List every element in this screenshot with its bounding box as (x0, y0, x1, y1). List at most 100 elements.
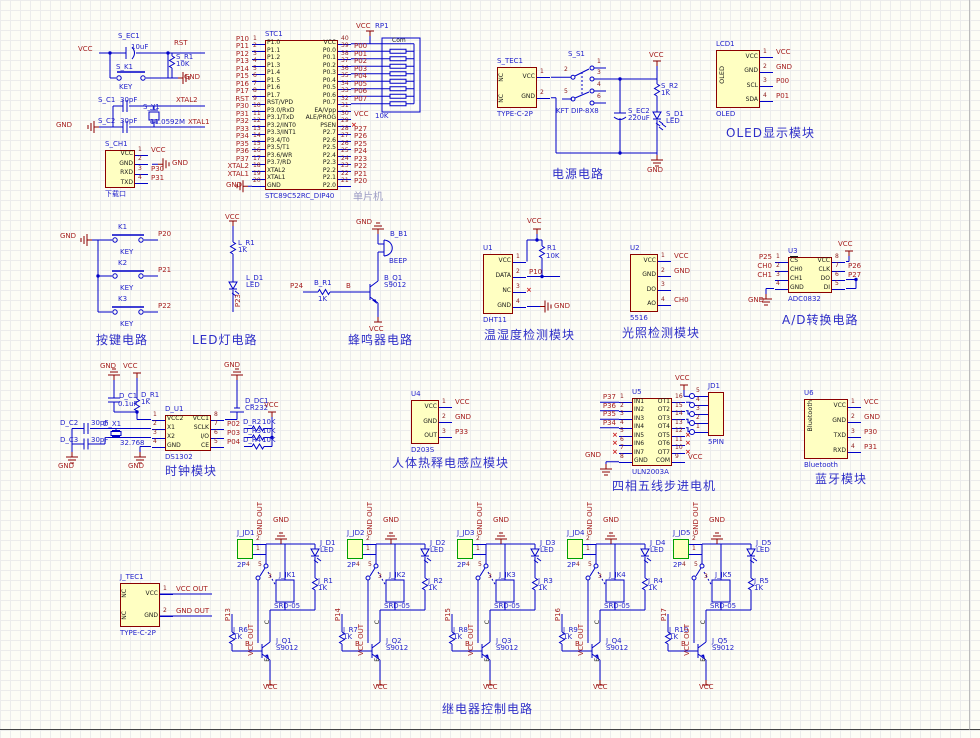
pin-number: 3 (442, 427, 446, 435)
pin-name: VCC1 (192, 415, 209, 422)
pin-number: 7 (253, 79, 257, 87)
designator-label: OLED (716, 110, 736, 118)
pin-name: VCC (817, 257, 830, 264)
net-label: GND (60, 232, 77, 240)
net-label: VCC (483, 683, 498, 691)
value-label: LED (756, 546, 770, 554)
net-label: VCC (675, 374, 690, 382)
value-label: BEEP (389, 257, 407, 265)
pin-name: IN2 (634, 406, 645, 414)
designator-label: D_C2 (60, 419, 79, 427)
pin-number: 6 (214, 428, 218, 436)
pin-name: P2.3 (322, 159, 336, 167)
net-label: P25 (758, 252, 772, 261)
pin-number: 2 (696, 413, 700, 421)
pin-number: 4 (776, 279, 780, 287)
designator-label: K3 (118, 295, 128, 303)
net-label: GND OUT (256, 502, 264, 536)
pin-name: OT3 (657, 414, 670, 422)
pin-name: P2.1 (322, 174, 336, 182)
pin-number: 6 (597, 93, 601, 100)
net-label: VCC (864, 397, 879, 406)
pin-name: P0.4 (322, 76, 336, 84)
component-JD1[interactable] (708, 392, 724, 436)
pin-name: GND (634, 457, 648, 465)
pin-name: OT2 (657, 406, 670, 414)
value-label: 10uF (131, 43, 149, 51)
net-label: GND (554, 302, 571, 310)
pin-number: 1 (776, 252, 780, 260)
net-label: GND OUT (176, 607, 210, 615)
designator-label: D_R2 (243, 418, 262, 426)
net-label: VCC OUT (247, 624, 255, 656)
pin-name: GND (167, 442, 181, 449)
pin-stub (160, 594, 173, 595)
pin-number: 1 (516, 252, 520, 260)
pin-number: 18 (253, 162, 261, 170)
pin-number: 10 (253, 102, 261, 110)
designator-label: 2P (567, 561, 576, 569)
net-label: P13 (224, 608, 232, 622)
designator-label: ULN2003A (632, 468, 669, 476)
designator-label: 2P (673, 561, 682, 569)
pin-number: 2 (366, 535, 370, 542)
net-label: VCC (263, 683, 278, 691)
pin-number: 4 (851, 442, 855, 450)
pin-name: OT1 (657, 397, 670, 405)
pin-number: 5 (620, 427, 624, 435)
pin-name: E (594, 658, 601, 662)
pin-number: 9 (253, 94, 257, 102)
pin-name: EA/Vpp (314, 106, 336, 114)
component-J_JD1[interactable] (237, 539, 253, 559)
value-label: 32.768 (120, 439, 145, 447)
pin-stub (848, 421, 861, 423)
value-label: 220uF (628, 114, 650, 122)
pin-number: 3 (138, 164, 142, 172)
pin-number: 1 (692, 545, 696, 552)
pin-number: 1 (661, 252, 665, 260)
net-label: GND (455, 413, 472, 421)
designator-label: LCD1 (716, 40, 735, 48)
net-label: GND (603, 516, 620, 524)
pin-number: 30 (341, 109, 349, 117)
pin-name: VCC (424, 402, 437, 410)
pin-name: P1.4 (267, 69, 281, 77)
pin-number: 26 (341, 139, 349, 147)
component-J_JD4[interactable] (567, 539, 583, 559)
net-label: B (346, 282, 351, 290)
pin-number: 2 (776, 261, 780, 269)
net-label: VCC (649, 51, 664, 59)
pin-name: VCC (643, 256, 656, 264)
pin-number: 15 (253, 139, 261, 147)
pin-number: 16 (675, 393, 683, 401)
value-label: LED (650, 546, 664, 554)
pin-name: SCLK (193, 424, 209, 431)
net-label: VCC (225, 213, 240, 221)
pin-number: 38 (341, 49, 349, 57)
pin-number: 7 (214, 419, 218, 427)
pin-number: 3 (597, 69, 601, 76)
pin-number: 3 (516, 282, 520, 290)
net-label: P07 (354, 94, 368, 103)
net-label: VCC (838, 240, 853, 248)
net-label: P31 (864, 442, 878, 451)
pin-name: NC (502, 287, 511, 294)
pin-name: GND (144, 611, 158, 619)
pin-number: 2 (586, 535, 590, 542)
no-connect-icon: × (612, 430, 618, 439)
designator-label: S_CH1 (105, 140, 128, 148)
net-label: P31 (151, 174, 165, 183)
designator-label: J_JK2 (389, 571, 406, 579)
pin-stub (439, 436, 452, 438)
pin-number: 4 (246, 561, 250, 568)
pin-number: 13 (253, 124, 261, 132)
pin-number: 3 (763, 77, 767, 85)
net-label: VCC (264, 401, 279, 409)
component-J_JD3[interactable] (457, 539, 473, 559)
net-label: GND (273, 516, 290, 524)
component-J_JD5[interactable] (673, 539, 689, 559)
value-label: 1K (538, 584, 548, 592)
net-label: XTAL2 (176, 96, 198, 104)
component-J_JD2[interactable] (347, 539, 363, 559)
pin-name: VCC (745, 52, 758, 60)
